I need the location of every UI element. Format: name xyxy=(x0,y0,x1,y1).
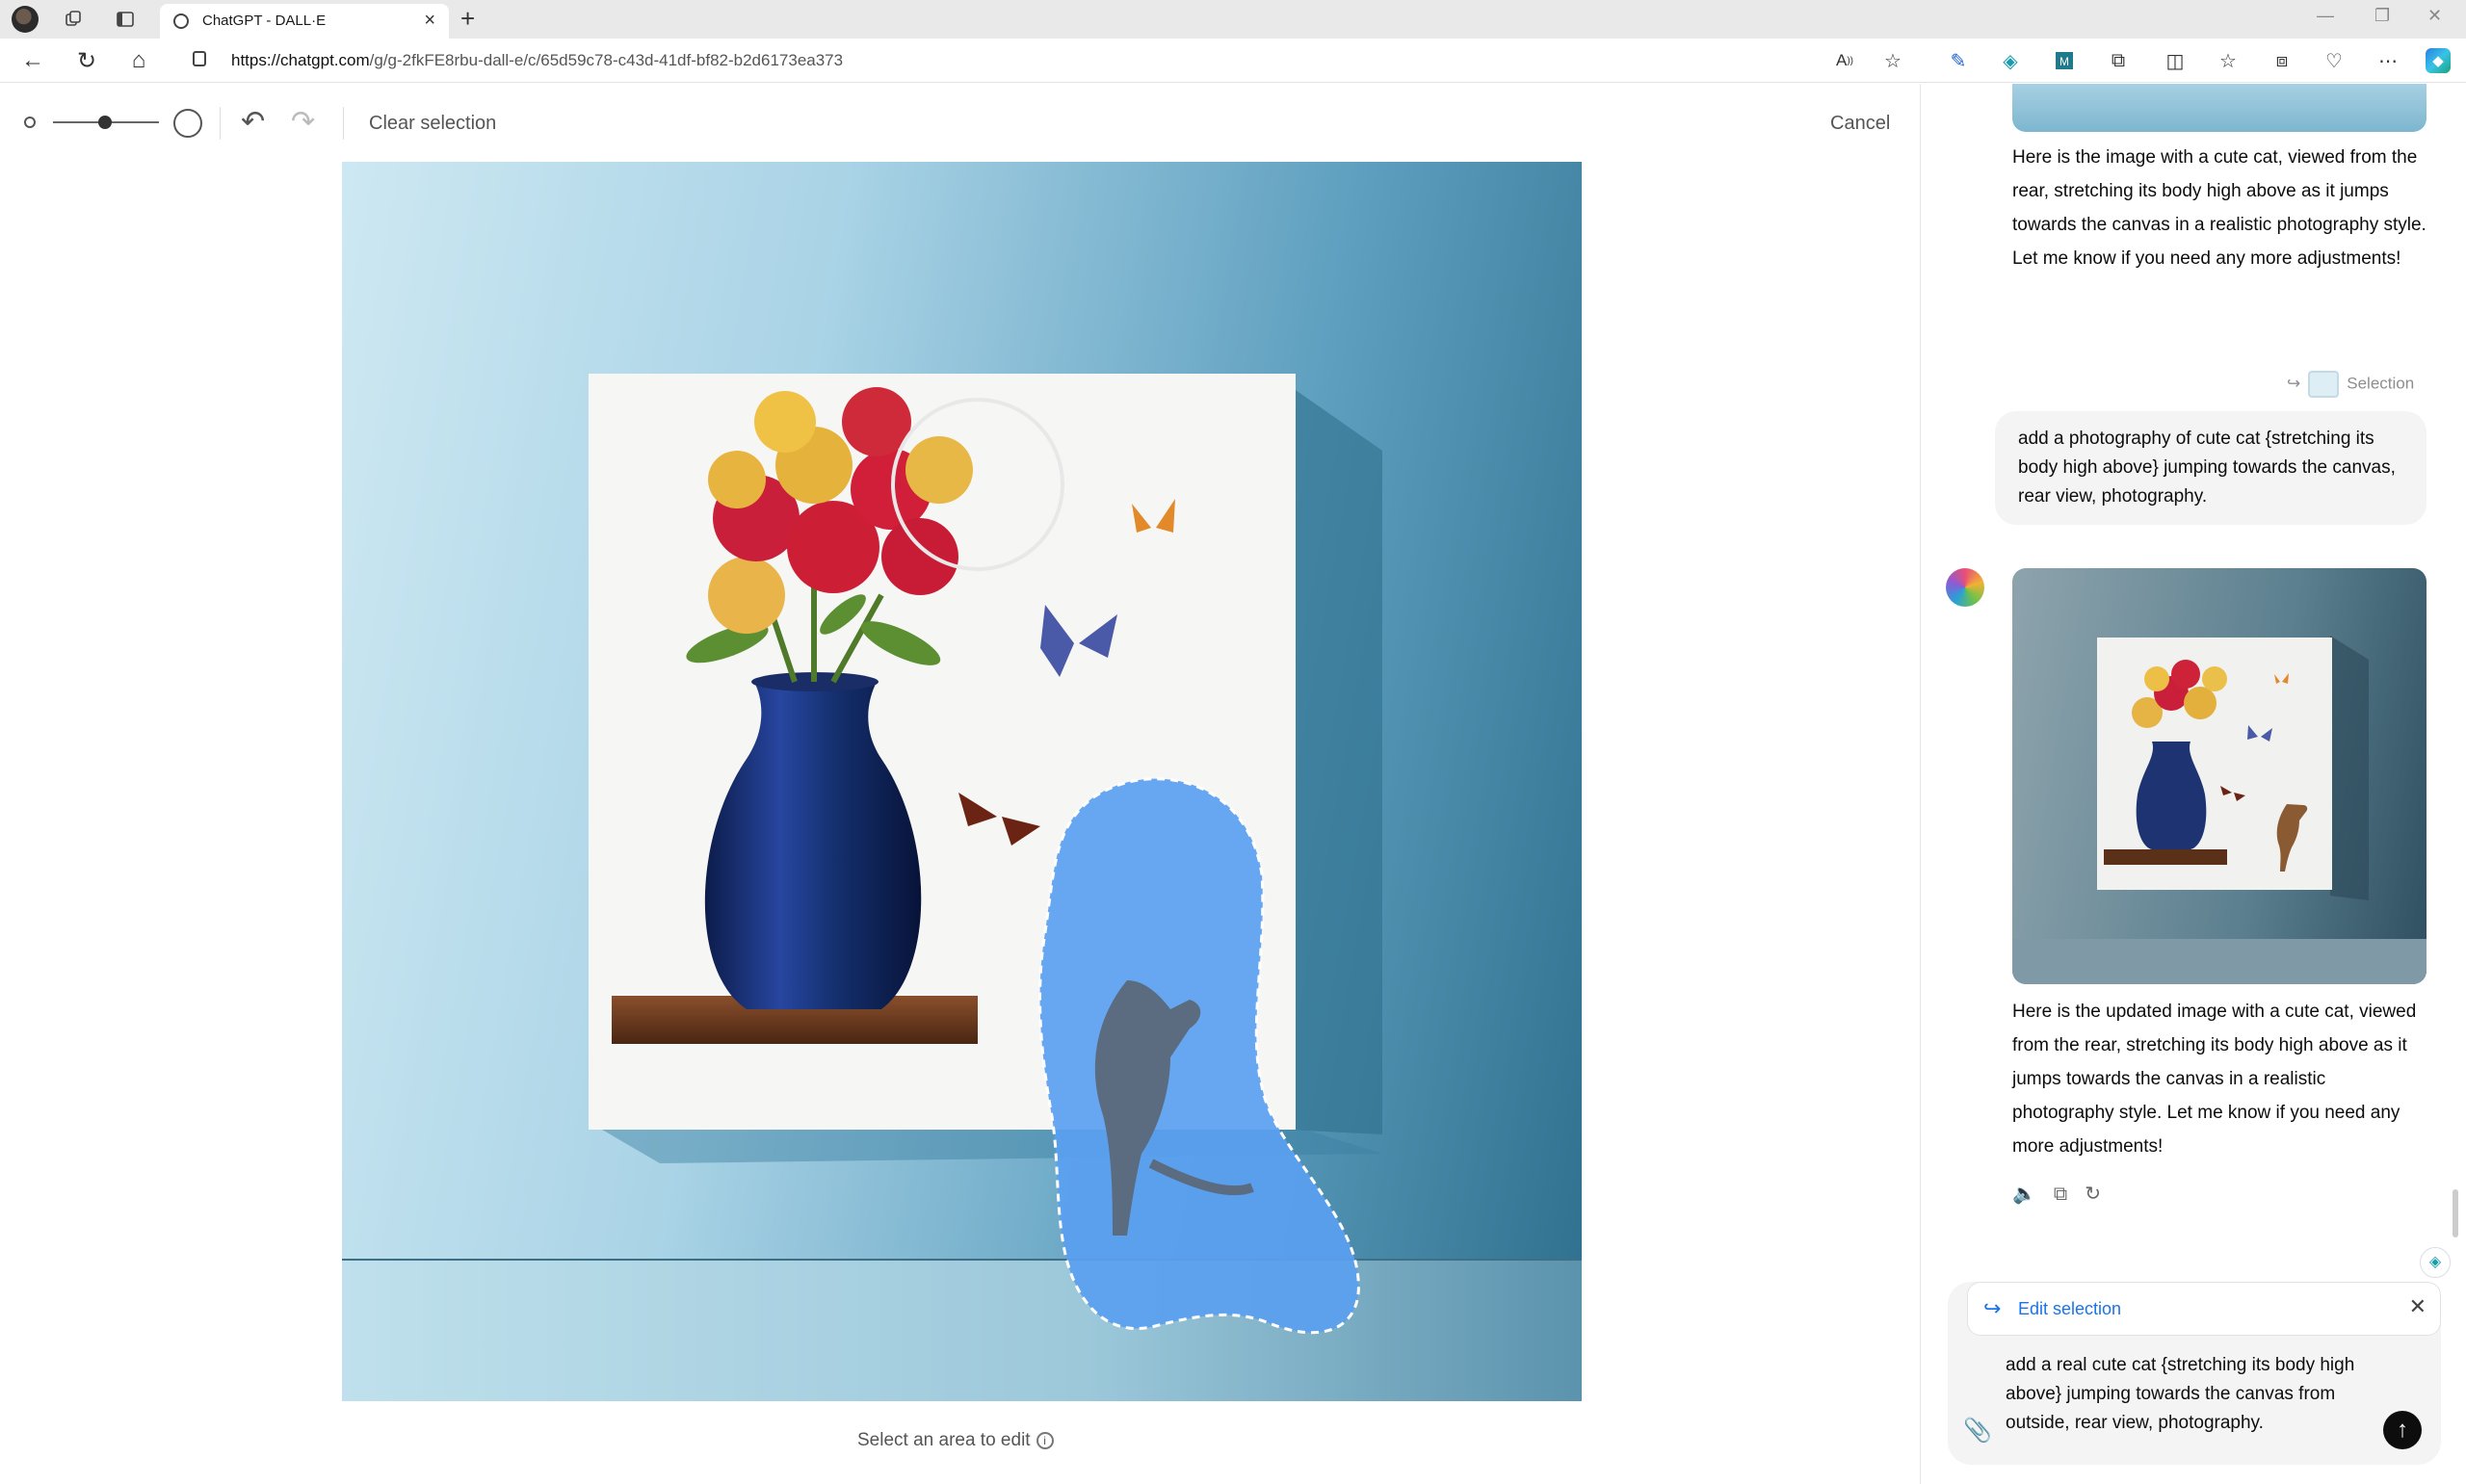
info-icon[interactable]: i xyxy=(1036,1431,1054,1449)
hint-text: Select an area to edit xyxy=(857,1430,1031,1450)
result-shadow xyxy=(2330,636,2369,900)
assistant-message: Here is the image with a cute cat, viewe… xyxy=(2012,147,2427,269)
prompt-input[interactable]: add a real cute cat {stretching its body… xyxy=(2006,1351,2391,1438)
previous-image-thumbnail[interactable] xyxy=(2012,84,2427,132)
brush-small-icon xyxy=(24,117,36,128)
send-button[interactable]: ↑ xyxy=(2383,1411,2422,1449)
cancel-button[interactable]: Cancel xyxy=(1830,113,1890,135)
refresh-icon[interactable]: ↻ xyxy=(73,47,100,74)
selection-reference[interactable]: ↪ Selection xyxy=(2287,371,2414,398)
undo-icon[interactable]: ↶ xyxy=(241,105,265,139)
new-tab-icon[interactable]: + xyxy=(460,4,475,34)
message-actions: 🔈 ⧉ ↻ xyxy=(2012,1182,2118,1206)
tab-close-icon[interactable]: × xyxy=(424,10,435,32)
window-close-icon[interactable]: ✕ xyxy=(2427,6,2442,26)
redo-icon[interactable]: ↷ xyxy=(291,105,315,139)
browser-essentials-icon[interactable]: ♡ xyxy=(2322,48,2347,73)
favorites-icon[interactable]: ☆ xyxy=(2216,48,2241,73)
url-field[interactable]: https://chatgpt.com/g/g-2fkFE8rbu-dall-e… xyxy=(173,43,1907,78)
copy-icon[interactable]: ⧉ xyxy=(2054,1184,2067,1206)
read-aloud-icon[interactable]: A)) xyxy=(1832,48,1857,73)
lock-icon xyxy=(193,51,206,66)
url-host: https://chatgpt.com xyxy=(231,51,370,69)
extensions-puzzle-icon[interactable]: ⧉ xyxy=(2106,48,2131,73)
edit-selection-label: Edit selection xyxy=(2018,1299,2122,1318)
active-tab[interactable]: ChatGPT - DALL·E × xyxy=(160,4,449,39)
extension-icon[interactable]: ◈ xyxy=(1998,48,2023,73)
brush-large-icon xyxy=(173,109,202,138)
tab-title: ChatGPT - DALL·E xyxy=(202,13,327,29)
copilot-floating-icon[interactable]: ◈ xyxy=(2420,1247,2451,1278)
regenerate-icon[interactable]: ↻ xyxy=(2085,1182,2101,1206)
result-floor xyxy=(2012,939,2427,984)
user-message: add a photography of cute cat {stretchin… xyxy=(1995,411,2427,525)
edit-selection-chip[interactable]: ↪ Edit selection ✕ xyxy=(1967,1282,2441,1336)
address-bar-row: ← ↻ ⌂ https://chatgpt.com/g/g-2fkFE8rbu-… xyxy=(0,39,2466,83)
browser-tab-bar: ChatGPT - DALL·E × + — ❐ ✕ xyxy=(0,0,2466,39)
chat-scrollbar[interactable] xyxy=(2453,1189,2458,1237)
chat-panel: Here is the image with a cute cat, viewe… xyxy=(1920,84,2466,1484)
more-icon[interactable]: ⋯ xyxy=(2375,48,2400,73)
back-icon[interactable]: ← xyxy=(19,47,46,74)
select-area-hint: Select an area to edit i xyxy=(857,1430,1054,1451)
editable-image-canvas[interactable] xyxy=(342,162,1582,1401)
svg-text:M: M xyxy=(2059,55,2069,68)
dalle-avatar xyxy=(1946,568,1984,607)
image-editor: ↶ ↷ Clear selection Cancel Select an are… xyxy=(0,84,1919,1484)
generated-image xyxy=(342,374,1582,1401)
reply-arrow-icon: ↪ xyxy=(1983,1296,2002,1320)
openai-favicon-icon xyxy=(173,13,189,29)
assistant-message: Here is the updated image with a cute ca… xyxy=(2012,1002,2417,1157)
result-image xyxy=(2012,636,2427,984)
tab-actions-icon[interactable] xyxy=(112,6,139,33)
extension-square-icon[interactable]: M xyxy=(2052,48,2077,73)
selection-thumbnail xyxy=(2308,371,2340,398)
split-screen-icon[interactable]: ◫ xyxy=(2163,48,2188,73)
generated-image-result[interactable] xyxy=(2012,568,2427,984)
favorite-star-icon[interactable]: ☆ xyxy=(1880,48,1905,73)
floor xyxy=(342,1260,1582,1401)
minimize-icon[interactable]: — xyxy=(2317,6,2334,26)
canvas-shadow xyxy=(1286,383,1382,1134)
workspaces-icon[interactable] xyxy=(60,6,87,33)
editor-toolbar: ↶ ↷ Clear selection Cancel xyxy=(0,84,1919,163)
url-path: /g/g-2fkFE8rbu-dall-e/c/65d59c78-c43d-41… xyxy=(369,51,844,69)
selection-label: Selection xyxy=(2347,374,2415,393)
toolbar-divider xyxy=(220,107,221,140)
close-icon[interactable]: ✕ xyxy=(2409,1294,2427,1319)
result-shelf xyxy=(2104,849,2227,865)
collections-icon[interactable]: ⧈ xyxy=(2269,48,2295,73)
toolbar-divider xyxy=(343,107,344,140)
reply-arrow-icon: ↪ xyxy=(2287,374,2301,393)
profile-avatar[interactable] xyxy=(12,6,39,33)
clear-selection-button[interactable]: Clear selection xyxy=(369,113,496,135)
message-composer: ↪ Edit selection ✕ add a real cute cat {… xyxy=(1948,1282,2441,1465)
home-icon[interactable]: ⌂ xyxy=(125,47,152,74)
attach-icon[interactable]: 📎 xyxy=(1963,1417,1992,1445)
copilot-icon[interactable]: ◆ xyxy=(2426,48,2451,73)
pen-extension-icon[interactable]: ✎ xyxy=(1946,48,1971,73)
restore-icon[interactable]: ❐ xyxy=(2374,6,2390,26)
brush-size-slider-thumb[interactable] xyxy=(98,116,112,129)
read-aloud-icon[interactable]: 🔈 xyxy=(2012,1182,2036,1206)
